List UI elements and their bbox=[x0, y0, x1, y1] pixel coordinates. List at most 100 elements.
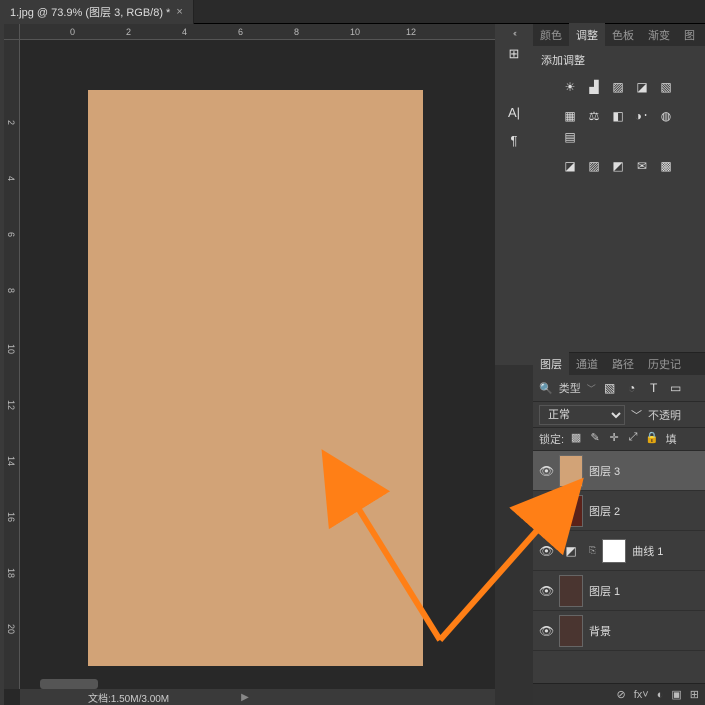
adjustment-layer-icon: ◩ bbox=[559, 539, 583, 563]
lock-label: 锁定: bbox=[539, 431, 564, 447]
lock-icon[interactable]: ✛ bbox=[607, 431, 621, 447]
lock-icon[interactable]: ⤢ bbox=[626, 431, 640, 447]
visibility-icon[interactable]: 👁 bbox=[539, 504, 553, 518]
lock-icon[interactable]: 🔒 bbox=[645, 431, 659, 447]
layer-row[interactable]: 👁 图层 2 bbox=[533, 491, 705, 531]
paragraph-panel-icon[interactable]: ¶ bbox=[500, 128, 528, 152]
layer-row[interactable]: 👁 图层 3 bbox=[533, 451, 705, 491]
close-icon[interactable]: × bbox=[176, 6, 182, 18]
ruler-tick: 4 bbox=[182, 27, 187, 37]
filter-kind-icon[interactable]: ◔ bbox=[624, 381, 640, 395]
canvas[interactable] bbox=[88, 90, 423, 666]
layers-footer-icon[interactable]: ▣ bbox=[671, 688, 681, 701]
search-icon[interactable]: 🔍 bbox=[539, 382, 553, 395]
adjust-tab[interactable]: 图 bbox=[677, 23, 702, 47]
ruler-tick: 10 bbox=[6, 344, 16, 354]
adjust-tab[interactable]: 色板 bbox=[605, 23, 641, 47]
ruler-tick: 2 bbox=[126, 27, 131, 37]
right-panels: 颜色调整色板渐变图 添加调整 ☀▟▨◪▧ ▦⚖◧◑᛫◍▤ ◪▨◩✉▩ 图层通道路… bbox=[533, 24, 705, 705]
layer-row[interactable]: 👁 图层 1 bbox=[533, 571, 705, 611]
ruler-tick: 0 bbox=[70, 27, 75, 37]
layer-thumb[interactable] bbox=[559, 615, 583, 647]
adjustment-icon[interactable]: ▤ bbox=[561, 128, 579, 145]
blend-row: 正常 ﹀ 不透明 bbox=[533, 401, 705, 427]
layers-footer-icon[interactable]: fx˅ bbox=[634, 689, 649, 701]
ruler-vertical[interactable]: 2468101214161820 bbox=[4, 40, 20, 689]
layer-name[interactable]: 曲线 1 bbox=[632, 543, 663, 559]
document-tab-title: 1.jpg @ 73.9% (图层 3, RGB/8) * bbox=[10, 4, 170, 20]
adjustment-icon[interactable]: ◑᛫ bbox=[633, 107, 651, 124]
dropdown-icon[interactable]: ﹀ bbox=[587, 382, 596, 395]
ruler-corner bbox=[4, 24, 20, 40]
adjustment-icon[interactable]: ◧ bbox=[609, 107, 627, 124]
layers-footer-icon[interactable]: ⊘ bbox=[617, 688, 626, 701]
adjust-tab[interactable]: 颜色 bbox=[533, 23, 569, 47]
adjustment-icon[interactable]: ▧ bbox=[657, 78, 675, 95]
layer-name[interactable]: 图层 1 bbox=[589, 583, 620, 599]
layer-mask-thumb[interactable] bbox=[602, 539, 626, 563]
filter-kind-icon[interactable]: ▭ bbox=[668, 381, 684, 395]
lock-icon[interactable]: ▩ bbox=[569, 431, 583, 447]
layers-footer: ⊘ fx˅ ◐ ▣ ⊞ bbox=[533, 683, 705, 705]
adjust-tab[interactable]: 调整 bbox=[569, 23, 605, 47]
layer-row[interactable]: 👁◩⎘曲线 1 bbox=[533, 531, 705, 571]
properties-icon[interactable]: ⊞ bbox=[500, 42, 528, 66]
status-bar: 文档:1.50M/3.00M ▶ bbox=[20, 689, 495, 705]
filter-kind-icon[interactable]: ▧ bbox=[602, 381, 618, 395]
adjustment-icon[interactable]: ◍ bbox=[657, 107, 675, 124]
canvas-area[interactable] bbox=[20, 40, 495, 689]
ruler-horizontal[interactable]: 024681012 bbox=[20, 24, 495, 40]
lock-icon[interactable]: 填 bbox=[664, 431, 678, 447]
status-arrow-icon[interactable]: ▶ bbox=[241, 692, 249, 703]
visibility-icon[interactable]: 👁 bbox=[539, 464, 553, 478]
scrollbar-horizontal[interactable] bbox=[40, 679, 98, 689]
adjustment-icon[interactable]: ☀ bbox=[561, 78, 579, 95]
layers-panel-tabs: 图层通道路径历史记 bbox=[533, 353, 705, 375]
visibility-icon[interactable]: 👁 bbox=[539, 624, 553, 638]
layers-tab[interactable]: 路径 bbox=[605, 352, 641, 376]
layer-name[interactable]: 图层 3 bbox=[589, 463, 620, 479]
ruler-tick: 2 bbox=[6, 120, 16, 125]
dropdown-icon[interactable]: ﹀ bbox=[631, 407, 642, 423]
layers-panel: 图层通道路径历史记 🔍 类型 ﹀ ▧◔T▭ 正常 ﹀ 不透明 锁定: ▩✎✛⤢🔒… bbox=[533, 352, 705, 705]
lock-icon[interactable]: ✎ bbox=[588, 431, 602, 447]
adjustment-icon[interactable]: ✉ bbox=[633, 157, 651, 174]
layers-tab[interactable]: 历史记 bbox=[641, 352, 688, 376]
ruler-tick: 8 bbox=[294, 27, 299, 37]
adjustment-icon[interactable]: ◩ bbox=[609, 157, 627, 174]
visibility-icon[interactable]: 👁 bbox=[539, 544, 553, 558]
layer-thumb[interactable] bbox=[559, 575, 583, 607]
document-tab[interactable]: 1.jpg @ 73.9% (图层 3, RGB/8) * × bbox=[0, 0, 194, 24]
adjust-tab[interactable]: 渐变 bbox=[641, 23, 677, 47]
layer-filter-row: 🔍 类型 ﹀ ▧◔T▭ bbox=[533, 375, 705, 401]
adjustment-icon[interactable]: ◪ bbox=[561, 157, 579, 174]
adjustment-icon[interactable]: ▟ bbox=[585, 78, 603, 95]
adjustment-icon[interactable]: ⚖ bbox=[585, 107, 603, 124]
adjustment-icon[interactable]: ▩ bbox=[657, 157, 675, 174]
layers-tab[interactable]: 图层 bbox=[533, 352, 569, 376]
ruler-tick: 20 bbox=[6, 624, 16, 634]
adjustment-icons-row2: ▦ ⚖ ◧ ◑᛫ ◍ ▤ bbox=[533, 103, 705, 153]
ruler-tick: 10 bbox=[350, 27, 360, 37]
visibility-icon[interactable]: 👁 bbox=[539, 584, 553, 598]
layers-footer-icon[interactable]: ⊞ bbox=[690, 688, 699, 701]
layer-thumb[interactable] bbox=[559, 455, 583, 487]
layer-name[interactable]: 图层 2 bbox=[589, 503, 620, 519]
layers-tab[interactable]: 通道 bbox=[569, 352, 605, 376]
ruler-tick: 14 bbox=[6, 456, 16, 466]
layer-name[interactable]: 背景 bbox=[589, 623, 611, 639]
layer-row[interactable]: 👁 背景 bbox=[533, 611, 705, 651]
adjustment-icon[interactable]: ▨ bbox=[585, 157, 603, 174]
layers-footer-icon[interactable]: ◐ bbox=[657, 689, 664, 701]
adjustment-icon[interactable]: ◪ bbox=[633, 78, 651, 95]
layer-thumb[interactable] bbox=[559, 495, 583, 527]
ruler-tick: 8 bbox=[6, 288, 16, 293]
blend-mode-select[interactable]: 正常 bbox=[539, 405, 625, 425]
character-panel-icon[interactable]: A| bbox=[500, 100, 528, 124]
ruler-tick: 18 bbox=[6, 568, 16, 578]
expand-panels-icon[interactable]: ‹‹ bbox=[513, 28, 515, 38]
adjustment-icon[interactable]: ▦ bbox=[561, 107, 579, 124]
adjustment-icon[interactable]: ▨ bbox=[609, 78, 627, 95]
ruler-tick: 4 bbox=[6, 176, 16, 181]
filter-kind-icon[interactable]: T bbox=[646, 381, 662, 395]
